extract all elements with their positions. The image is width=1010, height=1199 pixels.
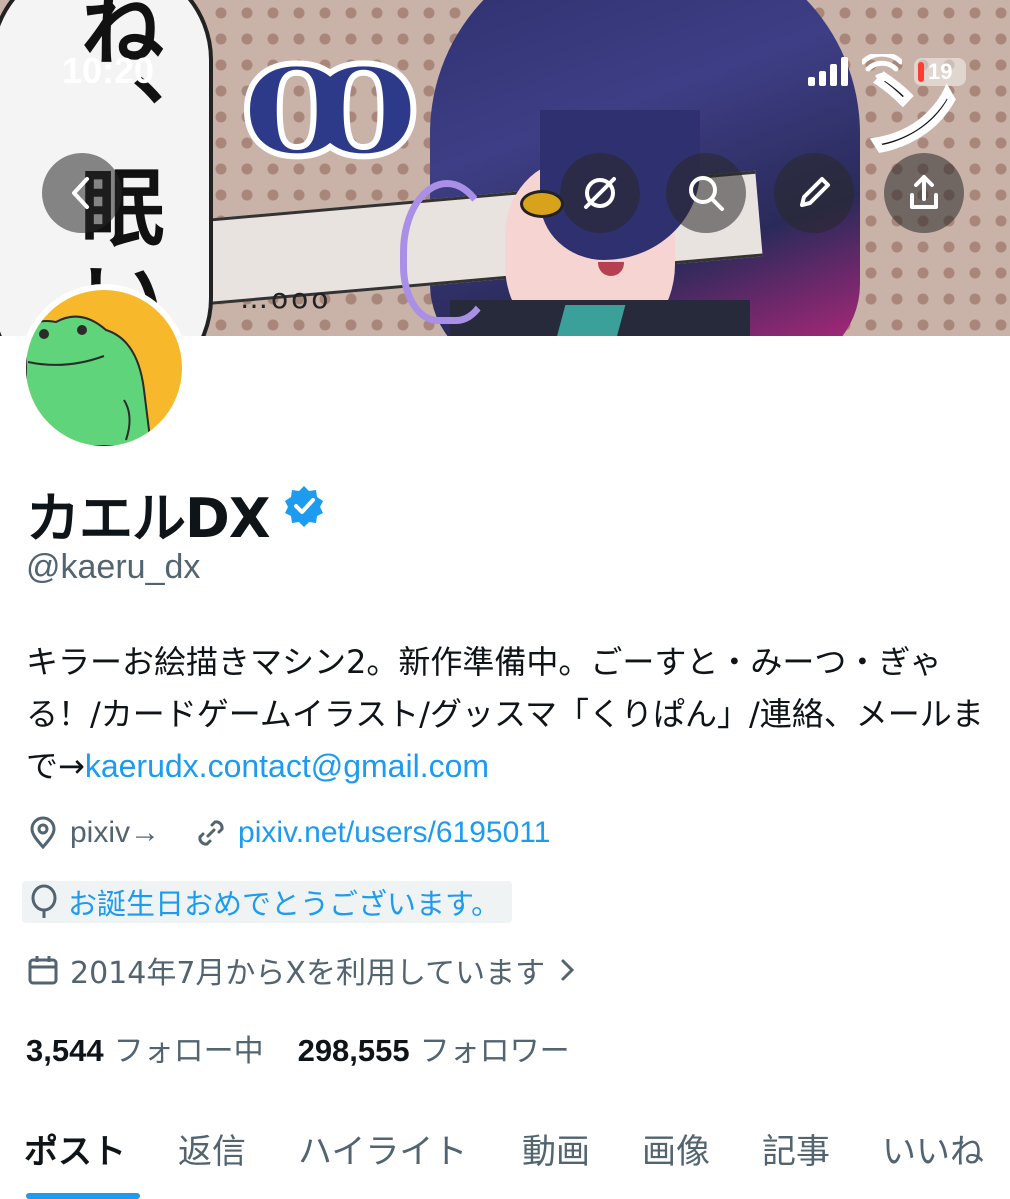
verified-badge-icon[interactable]: [282, 484, 326, 528]
edit-button[interactable]: [774, 153, 854, 233]
follow-stats: 3,544 フォロー中 298,555 フォロワー: [26, 1026, 570, 1070]
chevron-left-icon: [72, 177, 89, 209]
tab-images[interactable]: 画像: [642, 1124, 710, 1173]
location-text: pixiv→: [70, 816, 161, 849]
tab-videos[interactable]: 動画: [522, 1124, 590, 1173]
tab-likes[interactable]: いいね: [882, 1124, 984, 1173]
profile-meta-row: pixiv→ pixiv.net/users/6195011: [26, 813, 550, 853]
banner-squiggle: ꝏ: [237, 0, 423, 195]
search-button[interactable]: [666, 153, 746, 233]
share-button[interactable]: [884, 153, 964, 233]
joined-row[interactable]: 2014年7月からXを利用しています: [26, 950, 585, 991]
avatar-image: [26, 290, 182, 446]
joined-text: 2014年7月からXを利用しています: [70, 956, 546, 991]
profile-tabs: ポスト 返信 ハイライト 動画 画像 記事 いいね: [0, 1110, 1010, 1199]
bio-email-link[interactable]: kaerudx.contact@gmail.com: [85, 748, 489, 784]
active-tab-indicator: [26, 1193, 140, 1199]
tab-highlights[interactable]: ハイライト: [298, 1124, 467, 1173]
frog-icon: [26, 315, 153, 446]
birthday-banner[interactable]: お誕生日おめでとうございます。: [22, 881, 513, 923]
calendar-icon: [28, 956, 58, 985]
followers-stat[interactable]: 298,555 フォロワー: [298, 1026, 570, 1070]
avatar[interactable]: [20, 284, 188, 452]
bio: キラーお絵描きマシン2。新作準備中。ごーすと・みーつ・ぎゃる！/カードゲームイラ…: [26, 636, 986, 792]
balloon-icon: [31, 884, 57, 918]
birthday-text: お誕生日おめでとうございます。: [68, 887, 501, 921]
cellular-signal-icon: [808, 56, 850, 86]
website-link[interactable]: pixiv.net/users/6195011: [238, 816, 550, 850]
banner-character-tie: [554, 305, 626, 336]
tab-posts[interactable]: ポスト: [24, 1124, 126, 1173]
battery-percent: 19: [928, 59, 953, 84]
battery-icon: 19: [914, 58, 966, 86]
pencil-icon: [800, 177, 830, 207]
link-icon: [198, 820, 224, 846]
display-name: カエルDX: [26, 487, 270, 550]
tab-replies[interactable]: 返信: [178, 1124, 246, 1173]
status-time: 10:20: [62, 50, 155, 91]
following-stat[interactable]: 3,544 フォロー中: [26, 1026, 264, 1070]
tab-articles[interactable]: 記事: [762, 1124, 830, 1173]
back-button[interactable]: [42, 153, 122, 233]
banner-character-eye: [520, 190, 564, 218]
grok-button[interactable]: [560, 153, 640, 233]
handle: @kaeru_dx: [26, 548, 201, 586]
grok-icon: [584, 177, 616, 209]
wifi-icon: [860, 51, 904, 86]
following-count: 3,544: [26, 1033, 104, 1068]
battery-level: [918, 62, 924, 82]
location-pin-icon: [30, 816, 56, 850]
share-icon: [910, 175, 938, 209]
followers-label: フォロワー: [419, 1034, 570, 1069]
following-label: フォロー中: [113, 1034, 264, 1069]
search-icon: [689, 176, 724, 211]
followers-count: 298,555: [297, 1033, 410, 1068]
chevron-right-icon: [561, 959, 575, 981]
banner-flame: [400, 180, 494, 324]
banner-dots-text: …ooo: [240, 282, 332, 315]
